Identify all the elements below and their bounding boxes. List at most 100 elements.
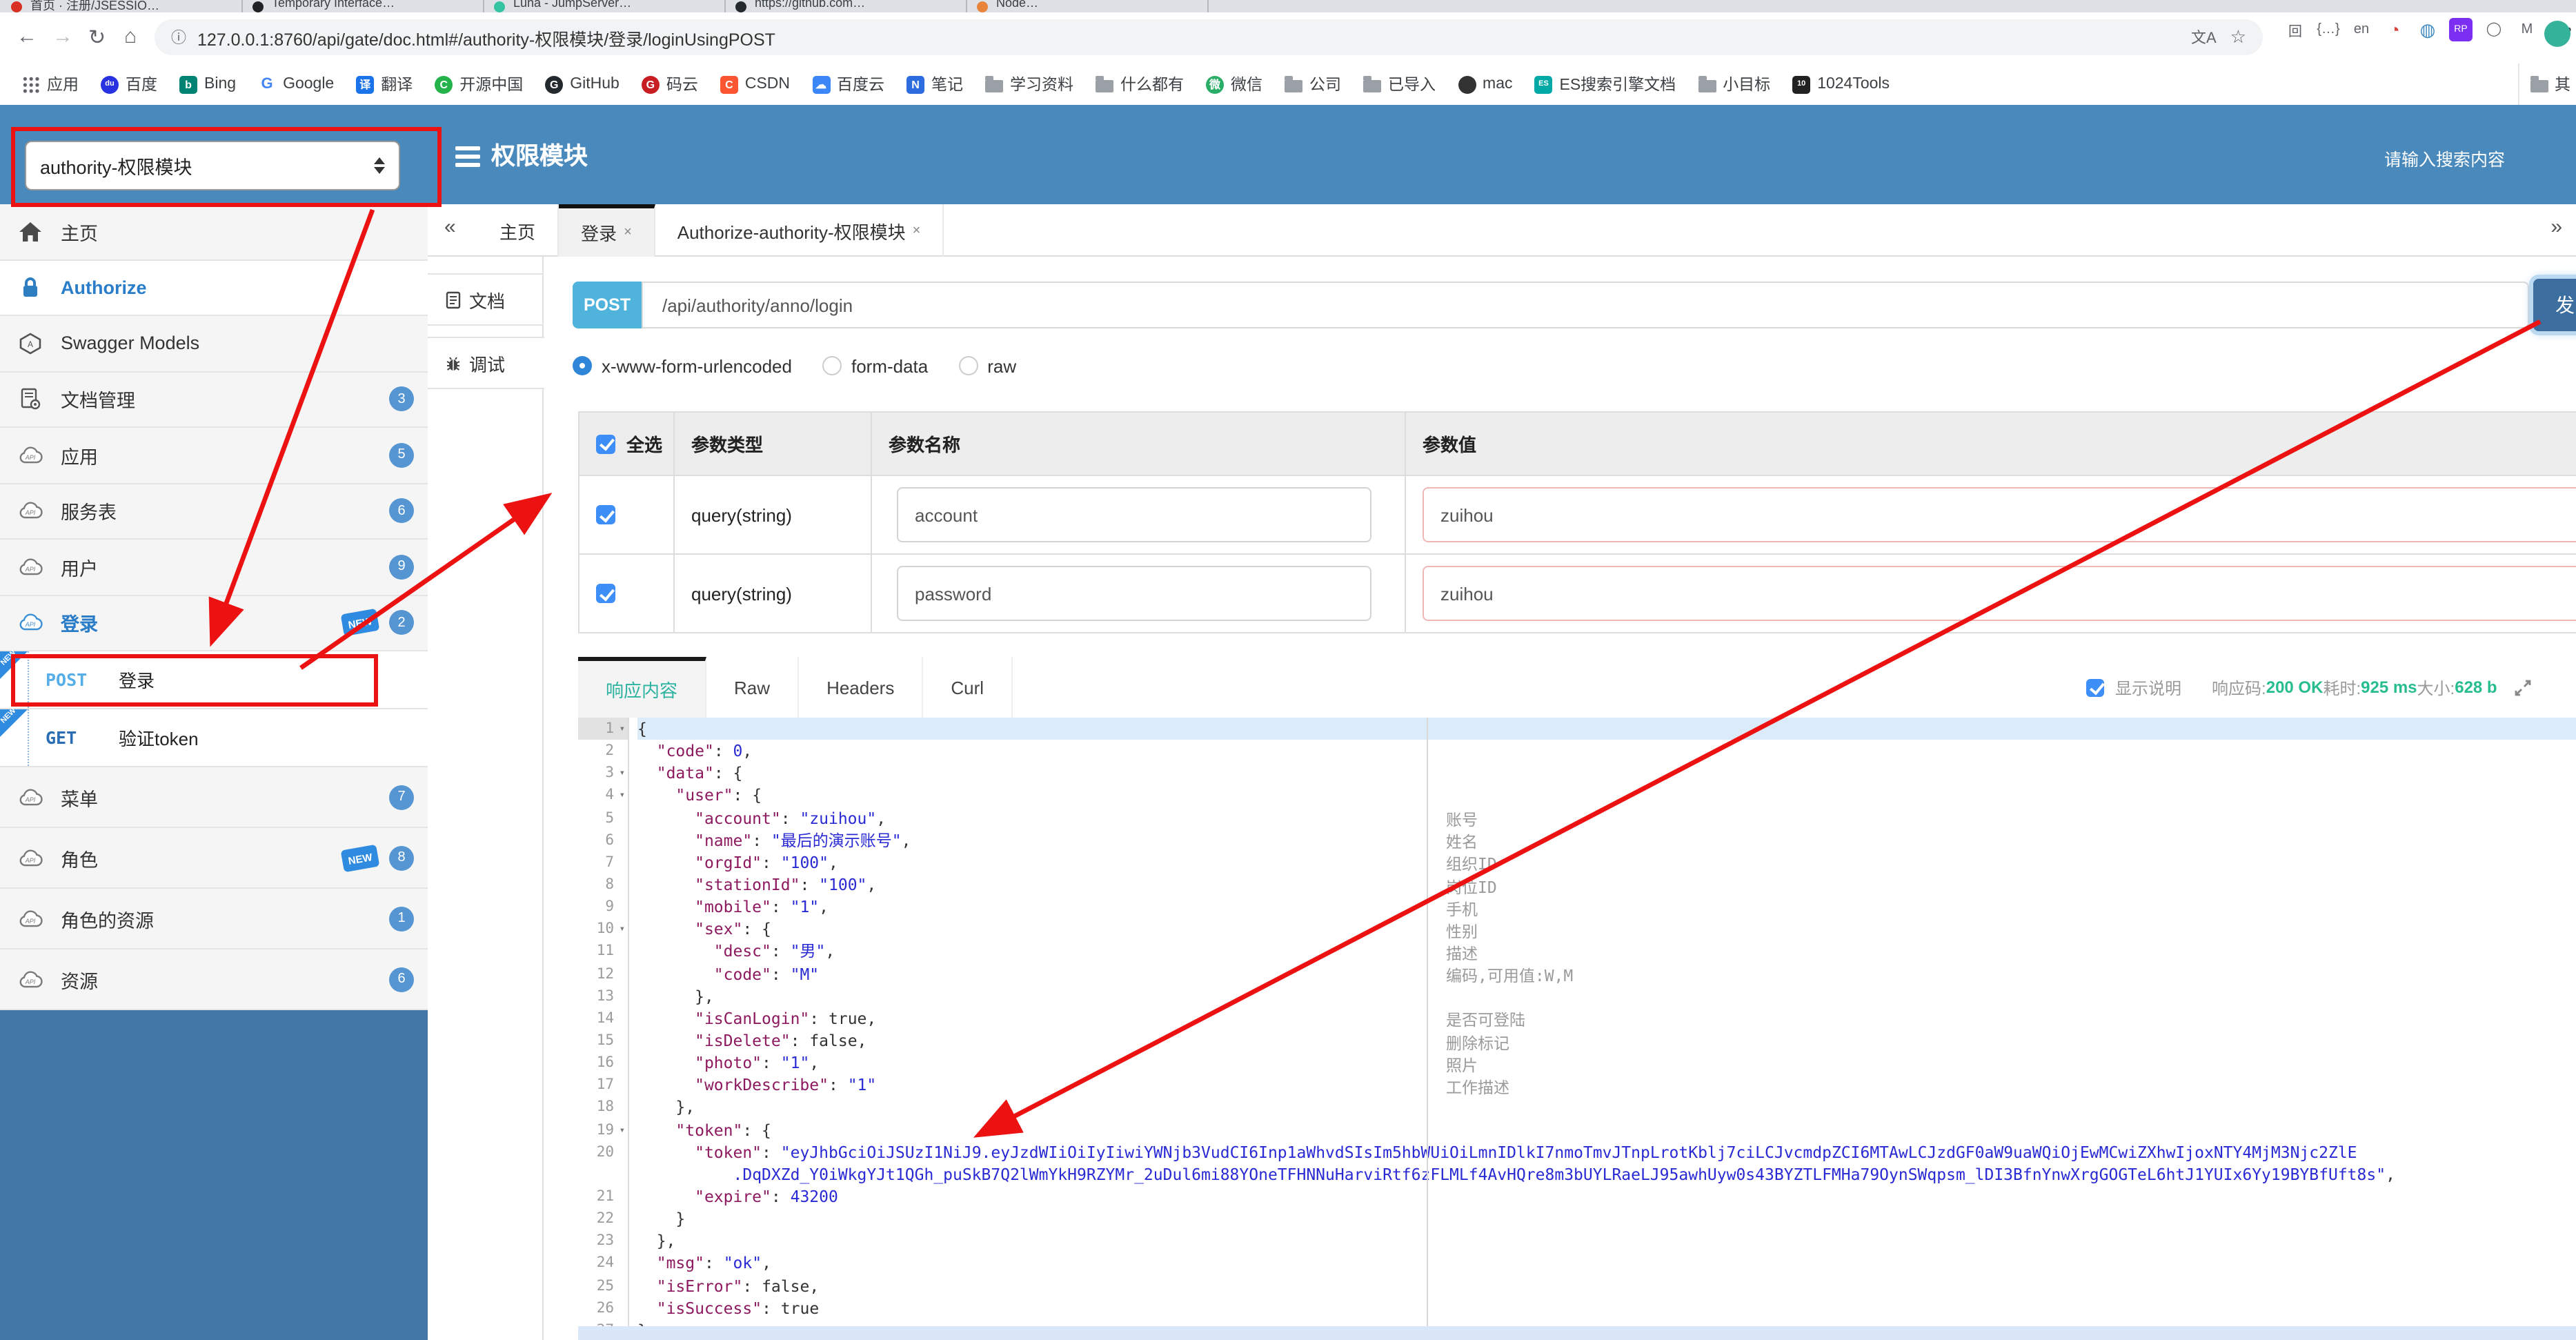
address-bar[interactable]: ⓘ 127.0.0.1:8760/api/gate/doc.html#/auth… [155,19,2263,55]
bookmark-item[interactable]: N 笔记 [906,73,963,95]
vtab-调试[interactable]: 调试 [428,337,545,389]
response-tab-响应内容[interactable]: 响应内容 [578,657,707,718]
line-number[interactable]: 2 [578,740,628,762]
response-tab-Raw[interactable]: Raw [706,657,800,718]
code-line[interactable]: "isError": false, [637,1274,2576,1297]
extension-icon[interactable]: ◔ [2383,18,2406,41]
code-line[interactable]: "code": 0, [637,740,2576,762]
extension-icon[interactable]: M [2515,18,2539,41]
row-checkbox[interactable] [596,505,615,524]
code-line[interactable]: "code": "M" [637,963,2576,985]
line-number[interactable]: 25 [578,1274,628,1297]
line-number[interactable]: 18 [578,1096,628,1119]
sidebar-item-主页[interactable]: 主页 [0,204,428,260]
line-number[interactable]: 15 [578,1029,628,1052]
bookmark-item[interactable]: G GitHub [545,75,620,93]
vtab-文档[interactable]: 文档 [428,273,544,326]
line-number[interactable]: 23 [578,1230,628,1252]
param-name-input[interactable]: account [897,487,1371,542]
tab-主页[interactable]: 主页 [477,204,559,257]
bookmark-item[interactable]: ES ES搜索引擎文档 [1534,73,1676,95]
extension-icon[interactable]: en [2350,18,2373,41]
code-line[interactable]: "account": "zuihou", [637,807,2576,829]
code-line[interactable]: "token": { [637,1119,2576,1141]
tabs-scroll-right-icon[interactable]: » [2550,215,2562,239]
sidebar-item-应用[interactable]: API 应用 5 [0,428,428,484]
code-line[interactable]: "photo": "1", [637,1052,2576,1074]
sidebar-item-角色[interactable]: API 角色 NEW 8 [0,828,428,889]
home-icon[interactable]: ⌂ [124,25,137,48]
bookmark-item[interactable]: 什么都有 [1096,73,1184,95]
forward-icon[interactable]: → [52,25,73,48]
extension-icon[interactable]: RP [2449,18,2473,41]
back-icon[interactable]: ← [17,25,37,48]
bookmark-item[interactable]: 10 1024Tools [1792,75,1890,93]
bookmark-item[interactable]: ☁ 百度云 [812,73,884,95]
line-number[interactable]: 4 ▾ [578,785,628,807]
tab-登录[interactable]: 登录 × [559,204,655,257]
code-line[interactable]: }, [637,985,2576,1007]
code-line[interactable]: "mobile": "1", [637,896,2576,918]
extension-icon[interactable]: {…} [2317,18,2340,41]
browser-tab[interactable]: Luna - JumpServer… [483,0,726,12]
profile-avatar[interactable] [2544,21,2570,47]
extension-icon[interactable]: 回 [2283,18,2307,41]
code-line[interactable]: "desc": "男", [637,940,2576,963]
line-number[interactable]: 16 [578,1052,628,1074]
browser-tabstrip[interactable]: 首页 · 注册/JSESSIO… Temporary Interface… Luna… [0,0,2576,12]
bookmark-star-icon[interactable]: ☆ [2230,26,2246,48]
sidebar-item-Swagger Models[interactable]: A Swagger Models [0,316,428,372]
code-line[interactable]: "workDescribe": "1" [637,1074,2576,1096]
radio-x-www-form-urlencoded[interactable]: x-www-form-urlencoded [573,355,792,376]
bookmark-item[interactable]: 微微信 [1206,73,1262,95]
code-line[interactable]: "sex": { [637,918,2576,940]
code-line[interactable]: .DqDXZd_Y0iWkgYJt1QGh_puSkB7Q2lWmYkH9RZY… [637,1163,2576,1185]
sidebar-item-菜单[interactable]: API 菜单 7 [0,767,428,828]
line-number[interactable]: 11 [578,940,628,963]
line-number[interactable]: 3 ▾ [578,762,628,785]
code-line[interactable]: "expire": 43200 [637,1185,2576,1208]
code-line[interactable]: }, [637,1230,2576,1252]
param-name-input[interactable]: password [897,566,1371,621]
tab-close-icon[interactable]: × [624,225,632,240]
browser-tab[interactable]: https://github.com… [724,0,967,12]
line-number[interactable]: 20 [578,1141,628,1163]
param-value-input[interactable]: zuihou [1423,487,2576,542]
line-number[interactable]: 24 [578,1252,628,1274]
line-number[interactable]: 17 [578,1074,628,1096]
show-description-checkbox[interactable] [2086,678,2104,696]
send-button[interactable]: 发 [2533,279,2576,331]
tab-Authorize-authority-权限模块[interactable]: Authorize-authority-权限模块 × [655,204,944,257]
extension-icon[interactable]: ◍ [2416,18,2439,41]
sidebar-item-登录[interactable]: API 登录 NEW 2 [0,595,428,651]
bookmark-item[interactable]: C CSDN [720,75,790,93]
bookmark-item[interactable]: 应用 [22,73,79,95]
line-number[interactable]: 1 ▾ [578,718,628,740]
sidebar-item-Authorize[interactable]: Authorize [0,260,428,316]
line-number[interactable] [578,1163,628,1185]
tabs-scroll-left-icon[interactable]: « [444,215,456,239]
header-search-input[interactable]: 请输入搜索内容 [2384,145,2505,171]
select-all-checkbox[interactable] [596,434,615,453]
bookmark-item[interactable]: du 百度 [101,73,157,95]
line-number[interactable]: 6 [578,829,628,851]
code-line[interactable]: "data": { [637,762,2576,785]
row-checkbox[interactable] [596,584,615,603]
sidebar-item-文档管理[interactable]: 文档管理 3 [0,372,428,428]
line-number[interactable]: 12 [578,963,628,985]
code-line[interactable]: "isDelete": false, [637,1029,2576,1052]
bookmark-item[interactable]: mac [1458,75,1513,93]
bookmark-item[interactable]: G Google [258,75,334,93]
sidebar-item-角色的资源[interactable]: API 角色的资源 1 [0,889,428,949]
line-number[interactable]: 14 [578,1007,628,1029]
code-line[interactable]: "isCanLogin": true, [637,1007,2576,1029]
translate-icon[interactable]: 文A [2191,26,2217,48]
response-tab-Headers[interactable]: Headers [799,657,924,718]
line-number[interactable]: 22 [578,1208,628,1230]
code-line[interactable]: } [637,1208,2576,1230]
sidebar-operation-get[interactable]: GET 验证token NEW [0,707,428,767]
radio-dot-icon[interactable] [573,356,592,375]
bookmark-item[interactable]: b Bing [179,75,236,93]
reload-icon[interactable]: ↻ [88,25,106,50]
line-number[interactable]: 5 [578,807,628,829]
